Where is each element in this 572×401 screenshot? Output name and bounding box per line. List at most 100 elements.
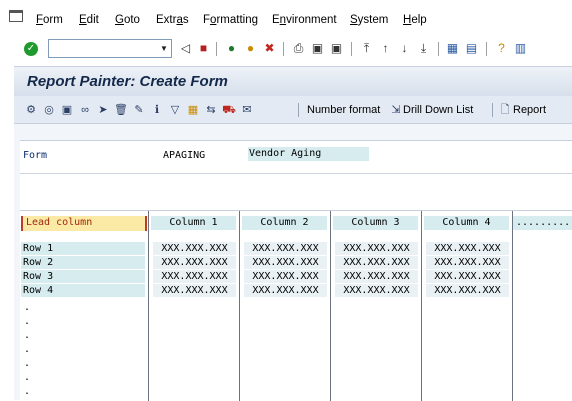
column-divider bbox=[330, 211, 331, 401]
menu-goto[interactable]: Goto bbox=[115, 14, 140, 26]
grid-cell[interactable]: XXX.XXX.XXX bbox=[335, 284, 418, 297]
grid-cell[interactable]: XXX.XXX.XXX bbox=[335, 270, 418, 283]
row-label[interactable]: Row 3 bbox=[21, 270, 145, 283]
row-continuation-dot: . bbox=[24, 344, 31, 355]
menu-bar: Form Edit Goto Extras Formatting Environ… bbox=[0, 0, 572, 38]
grid-cell[interactable]: XXX.XXX.XXX bbox=[426, 270, 509, 283]
grid-cell[interactable]: XXX.XXX.XXX bbox=[244, 242, 327, 255]
search-icon[interactable]: ◎ bbox=[42, 103, 56, 117]
comment-icon[interactable]: ✉ bbox=[240, 103, 254, 117]
application-toolbar: ⚙ ◎ ▣ ∞ ➤ 🗑 ✎ ℹ ▽ ▦ ⇆ ⛟ ✉ Number format … bbox=[14, 96, 572, 124]
layout-icon[interactable]: ▥ bbox=[513, 41, 528, 56]
standard-toolbar: ✓ ▼ ◁ ■ ● ● ✖ ⎙ ▣ ▣ ⤒ ↑ ↓ ⤓ ▦ ▤ ? ▥ bbox=[0, 38, 572, 64]
column-header[interactable]: Column 3 bbox=[333, 216, 418, 230]
column-header[interactable]: Column 1 bbox=[151, 216, 236, 230]
next-page-icon[interactable]: ↓ bbox=[397, 41, 412, 56]
select-icon[interactable]: ➤ bbox=[96, 103, 110, 117]
window-menu-icon[interactable] bbox=[9, 10, 23, 22]
delete-icon[interactable]: 🗑 bbox=[114, 103, 128, 117]
grid-cell[interactable]: XXX.XXX.XXX bbox=[426, 242, 509, 255]
back-nav-icon[interactable]: ● bbox=[224, 41, 239, 56]
insert-icon[interactable]: ▣ bbox=[60, 103, 74, 117]
help-icon[interactable]: ? bbox=[494, 41, 509, 56]
grid-cell[interactable]: XXX.XXX.XXX bbox=[153, 284, 236, 297]
menu-system[interactable]: System bbox=[350, 14, 388, 26]
chevron-down-icon[interactable]: ▼ bbox=[158, 41, 170, 56]
structure-icon[interactable]: ⚙ bbox=[24, 103, 38, 117]
menu-help[interactable]: Help bbox=[403, 14, 427, 26]
grid-cell[interactable]: XXX.XXX.XXX bbox=[244, 270, 327, 283]
toolbar-separator bbox=[216, 42, 217, 56]
row-continuation-dot: . bbox=[24, 316, 31, 327]
page-title: Report Painter: Create Form bbox=[27, 73, 228, 90]
form-code: APAGING bbox=[163, 150, 206, 161]
column-header[interactable]: Column 4 bbox=[424, 216, 509, 230]
grid-cell[interactable]: XXX.XXX.XXX bbox=[153, 242, 236, 255]
menu-form[interactable]: Form bbox=[36, 14, 63, 26]
menu-formatting[interactable]: Formatting bbox=[203, 14, 258, 26]
grid-cell[interactable]: XXX.XXX.XXX bbox=[335, 242, 418, 255]
filter-icon[interactable]: ▽ bbox=[168, 103, 182, 117]
edit-icon[interactable]: ✎ bbox=[132, 103, 146, 117]
cancel-icon[interactable]: ✖ bbox=[262, 41, 277, 56]
toolbar-separator bbox=[492, 103, 493, 117]
find-next-icon[interactable]: ▣ bbox=[329, 41, 344, 56]
column-divider bbox=[421, 211, 422, 401]
command-field[interactable]: ▼ bbox=[48, 39, 172, 58]
swap-icon[interactable]: ⇆ bbox=[204, 103, 218, 117]
column-divider bbox=[239, 211, 240, 401]
toolbar-separator bbox=[486, 42, 487, 56]
column-divider bbox=[148, 211, 149, 401]
menu-extras[interactable]: Extras bbox=[156, 14, 189, 26]
link-icon[interactable]: ∞ bbox=[78, 103, 92, 117]
row-continuation-dot: . bbox=[24, 386, 31, 397]
column-header[interactable]: Column 2 bbox=[242, 216, 327, 230]
menu-environment[interactable]: Environment bbox=[272, 14, 337, 26]
form-header: Form APAGING Vendor Aging bbox=[20, 140, 572, 218]
info-icon[interactable]: ℹ bbox=[150, 103, 164, 117]
print-icon[interactable]: ⎙ bbox=[291, 41, 306, 56]
prev-page-icon[interactable]: ↑ bbox=[378, 41, 393, 56]
more-columns-header[interactable]: ......... bbox=[513, 216, 572, 230]
new-session-icon[interactable]: ▦ bbox=[445, 41, 460, 56]
row-label[interactable]: Row 4 bbox=[21, 284, 145, 297]
row-continuation-dot: . bbox=[24, 302, 31, 313]
report-grid: Lead column Column 1 Column 2 Column 3 C… bbox=[20, 210, 572, 401]
grid-cell[interactable]: XXX.XXX.XXX bbox=[153, 256, 236, 269]
transport-icon[interactable]: ⛟ bbox=[222, 103, 236, 117]
grid-cell[interactable]: XXX.XXX.XXX bbox=[426, 256, 509, 269]
save-icon[interactable]: ■ bbox=[196, 41, 211, 56]
column-divider bbox=[512, 211, 513, 401]
toolbar-separator bbox=[298, 103, 299, 117]
shortcut-icon[interactable]: ▤ bbox=[464, 41, 479, 56]
row-continuation-dot: . bbox=[24, 372, 31, 383]
row-continuation-dot: . bbox=[24, 358, 31, 369]
divider bbox=[20, 173, 572, 174]
first-page-icon[interactable]: ⤒ bbox=[359, 41, 374, 56]
exit-icon[interactable]: ● bbox=[243, 41, 258, 56]
enter-icon[interactable]: ✓ bbox=[24, 42, 38, 56]
menu-edit[interactable]: Edit bbox=[79, 14, 99, 26]
grid-cell[interactable]: XXX.XXX.XXX bbox=[426, 284, 509, 297]
drill-down-icon: ⇲ bbox=[391, 104, 401, 116]
form-label: Form bbox=[23, 150, 48, 161]
back-icon[interactable]: ◁ bbox=[178, 41, 193, 56]
row-label[interactable]: Row 1 bbox=[21, 242, 145, 255]
grid-cell[interactable]: XXX.XXX.XXX bbox=[244, 284, 327, 297]
grid-cell[interactable]: XXX.XXX.XXX bbox=[244, 256, 327, 269]
number-format-button[interactable]: Number format bbox=[307, 104, 380, 116]
row-continuation-dot: . bbox=[24, 330, 31, 341]
report-button[interactable]: Report bbox=[513, 104, 546, 116]
document-icon: 🗋 bbox=[500, 104, 510, 116]
toolbar-separator bbox=[351, 42, 352, 56]
formula-icon[interactable]: ▦ bbox=[186, 103, 200, 117]
form-description[interactable]: Vendor Aging bbox=[248, 147, 369, 161]
lead-column-header[interactable]: Lead column bbox=[21, 216, 147, 231]
drill-down-list-button[interactable]: Drill Down List bbox=[403, 104, 473, 116]
find-icon[interactable]: ▣ bbox=[310, 41, 325, 56]
last-page-icon[interactable]: ⤓ bbox=[416, 41, 431, 56]
grid-cell[interactable]: XXX.XXX.XXX bbox=[335, 256, 418, 269]
toolbar-separator bbox=[283, 42, 284, 56]
row-label[interactable]: Row 2 bbox=[21, 256, 145, 269]
grid-cell[interactable]: XXX.XXX.XXX bbox=[153, 270, 236, 283]
